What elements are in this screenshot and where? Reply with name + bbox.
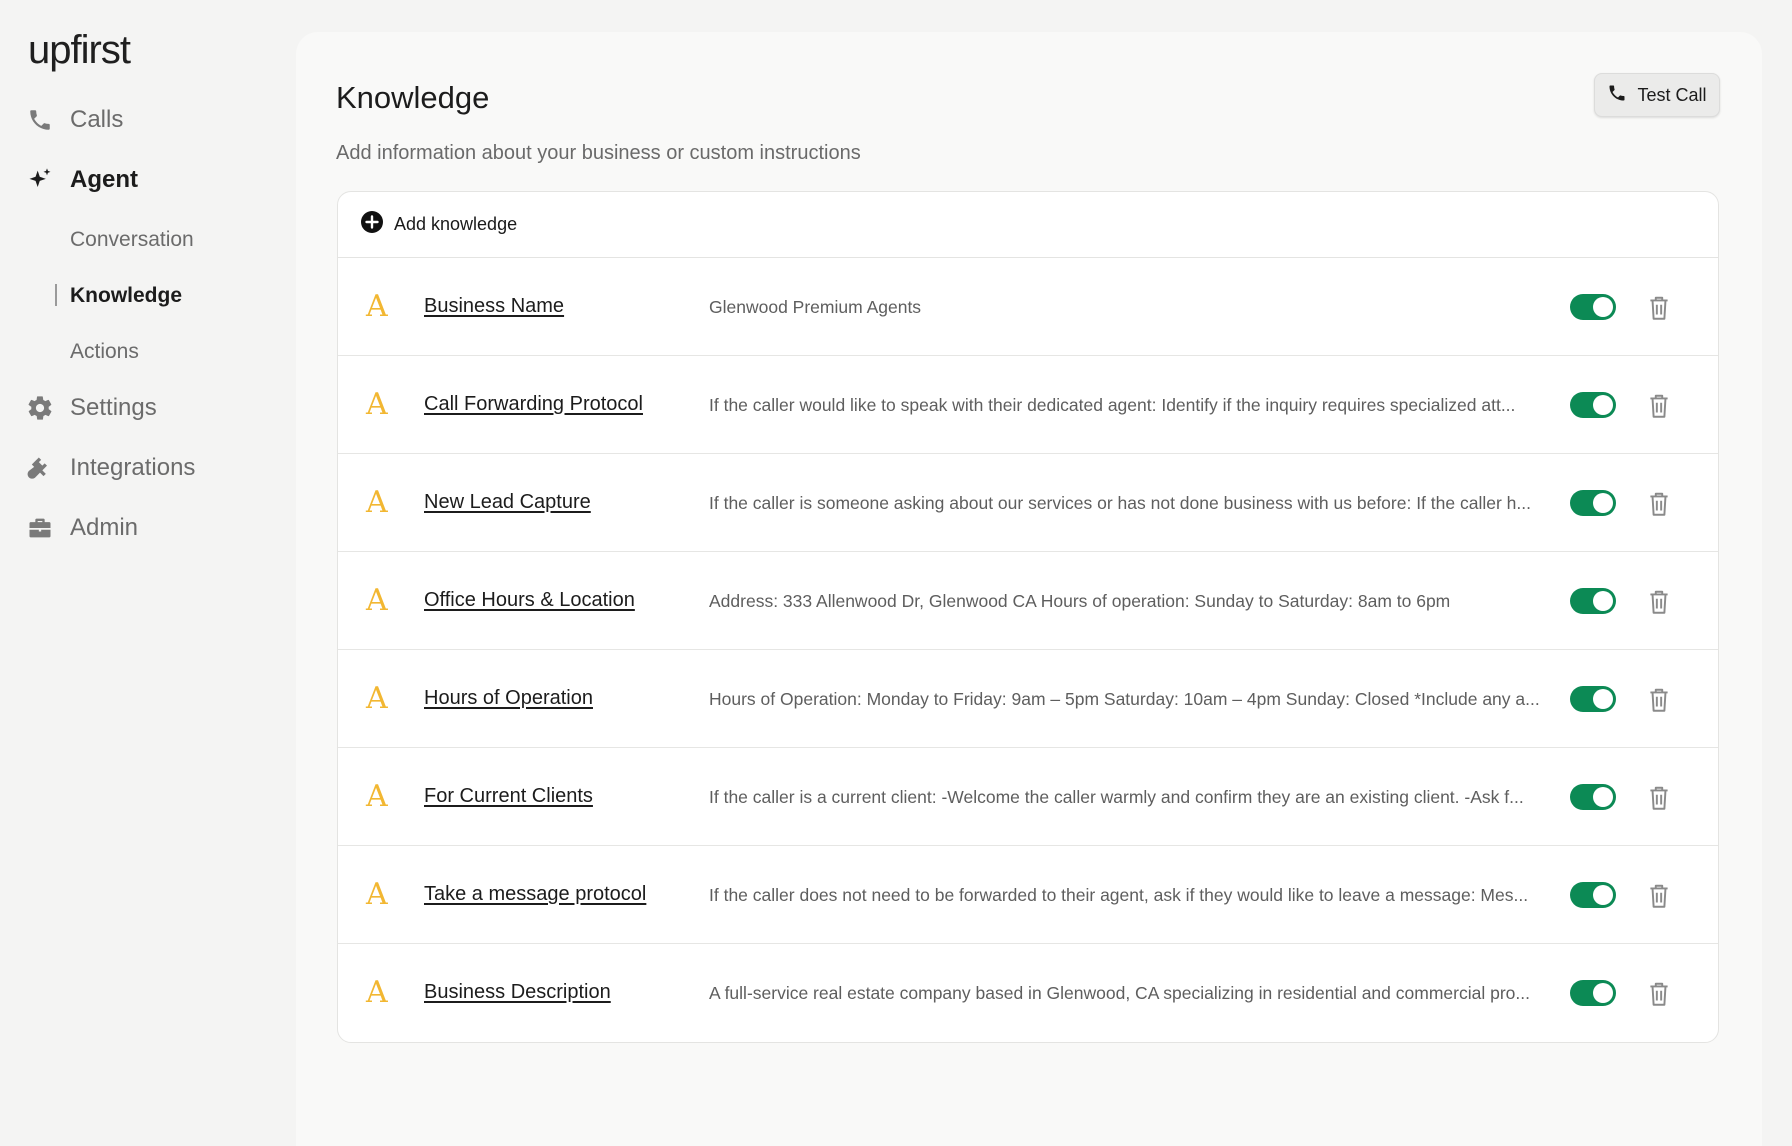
enabled-toggle[interactable]	[1570, 294, 1616, 320]
sparkle-icon	[26, 166, 54, 194]
main-panel: Knowledge Add information about your bus…	[296, 32, 1762, 1146]
knowledge-row[interactable]: A Office Hours & Location Address: 333 A…	[338, 552, 1718, 650]
knowledge-title[interactable]: New Lead Capture	[424, 491, 591, 514]
knowledge-description: If the caller would like to speak with t…	[709, 395, 1516, 415]
knowledge-title[interactable]: Business Name	[424, 295, 564, 318]
knowledge-description: Address: 333 Allenwood Dr, Glenwood CA H…	[709, 591, 1451, 611]
enabled-toggle[interactable]	[1570, 588, 1616, 614]
enabled-toggle[interactable]	[1570, 392, 1616, 418]
sidebar-item-integrations[interactable]: Integrations	[26, 454, 195, 482]
knowledge-title[interactable]: For Current Clients	[424, 785, 593, 808]
test-call-label: Test Call	[1637, 84, 1707, 105]
active-indicator	[55, 284, 57, 306]
page-subtitle: Add information about your business or c…	[336, 142, 861, 164]
add-knowledge-label: Add knowledge	[394, 214, 518, 234]
sidebar-item-settings[interactable]: Settings	[26, 394, 157, 422]
page-title: Knowledge	[336, 80, 490, 115]
trash-icon[interactable]	[1646, 588, 1672, 616]
enabled-toggle[interactable]	[1570, 882, 1616, 908]
plug-icon	[26, 454, 54, 482]
trash-icon[interactable]	[1646, 294, 1672, 322]
knowledge-list: A Business Name Glenwood Premium Agents …	[338, 258, 1718, 1042]
knowledge-row[interactable]: A Call Forwarding Protocol If the caller…	[338, 356, 1718, 454]
text-type-icon: A	[366, 583, 388, 618]
sidebar-subitem-actions[interactable]: Actions	[70, 340, 139, 364]
trash-icon[interactable]	[1646, 686, 1672, 714]
text-type-icon: A	[366, 387, 388, 422]
plus-circle-icon	[360, 210, 384, 239]
trash-icon[interactable]	[1646, 882, 1672, 910]
phone-icon	[1607, 83, 1627, 108]
knowledge-title[interactable]: Take a message protocol	[424, 883, 646, 906]
knowledge-title[interactable]: Business Description	[424, 981, 611, 1004]
logo: upfirst	[28, 28, 131, 72]
knowledge-row[interactable]: A For Current Clients If the caller is a…	[338, 748, 1718, 846]
gear-icon	[26, 394, 54, 422]
sidebar: upfirst Calls Agent Conversation Knowled…	[0, 0, 296, 1146]
enabled-toggle[interactable]	[1570, 686, 1616, 712]
enabled-toggle[interactable]	[1570, 490, 1616, 516]
sidebar-item-admin[interactable]: Admin	[26, 514, 138, 542]
knowledge-title[interactable]: Hours of Operation	[424, 687, 593, 710]
app-root: upfirst Calls Agent Conversation Knowled…	[0, 0, 1792, 1146]
knowledge-row[interactable]: A New Lead Capture If the caller is some…	[338, 454, 1718, 552]
sidebar-subitem-knowledge[interactable]: Knowledge	[70, 284, 182, 308]
sidebar-item-agent[interactable]: Agent	[26, 166, 138, 194]
trash-icon[interactable]	[1646, 784, 1672, 812]
add-knowledge-button[interactable]: Add knowledge	[338, 192, 1718, 258]
sidebar-item-label: Integrations	[70, 454, 196, 481]
knowledge-row[interactable]: A Business Description A full-service re…	[338, 944, 1718, 1042]
enabled-toggle[interactable]	[1570, 980, 1616, 1006]
knowledge-title[interactable]: Office Hours & Location	[424, 589, 635, 612]
sidebar-item-label: Settings	[70, 394, 157, 421]
sidebar-item-calls[interactable]: Calls	[26, 106, 123, 134]
sidebar-item-label: Calls	[70, 106, 124, 133]
knowledge-description: If the caller is a current client: -Welc…	[709, 787, 1524, 807]
knowledge-row[interactable]: A Hours of Operation Hours of Operation:…	[338, 650, 1718, 748]
enabled-toggle[interactable]	[1570, 784, 1616, 810]
sidebar-item-label: Agent	[70, 166, 138, 193]
trash-icon[interactable]	[1646, 392, 1672, 420]
knowledge-card: Add knowledge A Business Name Glenwood P…	[337, 191, 1719, 1043]
text-type-icon: A	[366, 877, 388, 912]
knowledge-description: If the caller is someone asking about ou…	[709, 493, 1531, 513]
sidebar-subitem-conversation[interactable]: Conversation	[70, 228, 194, 252]
phone-icon	[26, 106, 54, 134]
knowledge-row[interactable]: A Business Name Glenwood Premium Agents	[338, 258, 1718, 356]
text-type-icon: A	[366, 975, 388, 1010]
knowledge-row[interactable]: A Take a message protocol If the caller …	[338, 846, 1718, 944]
text-type-icon: A	[366, 779, 388, 814]
test-call-button[interactable]: Test Call	[1594, 73, 1720, 117]
sidebar-item-label: Admin	[70, 514, 139, 541]
briefcase-icon	[26, 514, 54, 542]
knowledge-title[interactable]: Call Forwarding Protocol	[424, 393, 643, 416]
knowledge-description: If the caller does not need to be forwar…	[709, 885, 1529, 905]
text-type-icon: A	[366, 485, 388, 520]
knowledge-description: Glenwood Premium Agents	[709, 297, 922, 317]
text-type-icon: A	[366, 681, 388, 716]
knowledge-description: Hours of Operation: Monday to Friday: 9a…	[709, 689, 1540, 709]
trash-icon[interactable]	[1646, 980, 1672, 1008]
text-type-icon: A	[366, 289, 388, 324]
knowledge-description: A full-service real estate company based…	[709, 983, 1530, 1003]
trash-icon[interactable]	[1646, 490, 1672, 518]
